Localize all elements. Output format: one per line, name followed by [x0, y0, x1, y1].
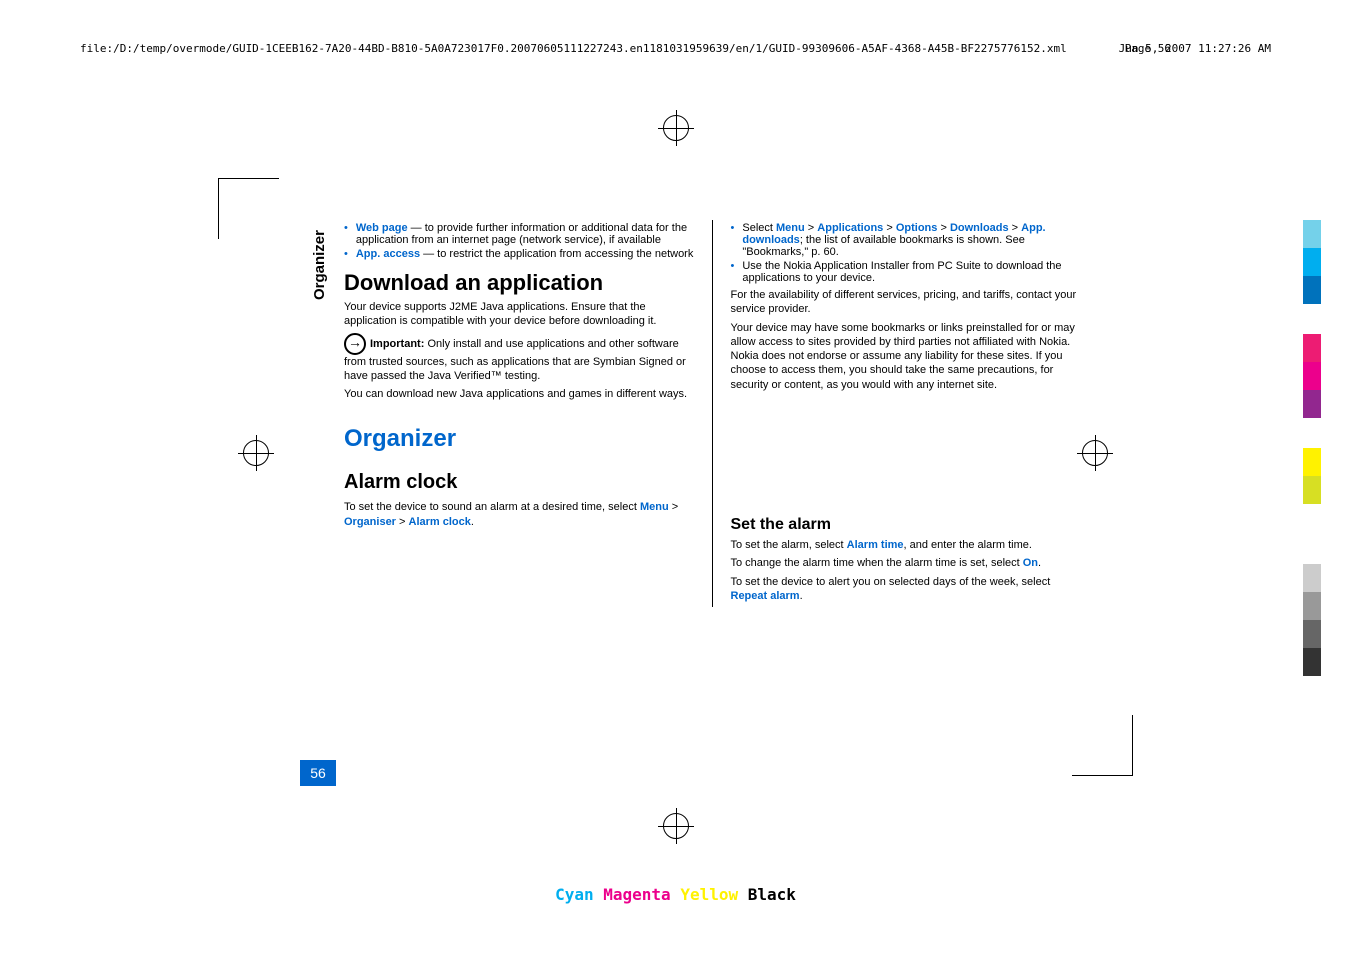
bullet-icon: • [731, 222, 735, 258]
column-right: •Select Menu > Applications > Options > … [712, 220, 1081, 607]
body-text: To set the alarm, select Alarm time, and… [731, 538, 1081, 552]
link-on: On [1023, 557, 1038, 569]
corner-br [1072, 715, 1133, 776]
yellow-label: Yellow [680, 885, 738, 904]
body-text: Use the Nokia Application Installer from… [742, 260, 1080, 284]
link-alarm-time: Alarm time [847, 539, 904, 551]
link-repeat-alarm: Repeat alarm [731, 590, 800, 602]
magenta-label: Magenta [603, 885, 670, 904]
corner-tl [218, 178, 279, 239]
color-bar [1303, 220, 1321, 676]
cyan-label: Cyan [555, 885, 594, 904]
important-label: Important: [370, 338, 424, 350]
body-text: You can download new Java applications a… [344, 387, 694, 401]
bullet-icon: • [344, 248, 348, 260]
link-options: Options [896, 222, 938, 234]
link-downloads: Downloads [950, 222, 1009, 234]
crop-mark-bottom [663, 813, 689, 839]
black-label: Black [748, 885, 796, 904]
heading-organizer: Organizer [344, 425, 694, 453]
list-item: •Web page — to provide further informati… [344, 222, 694, 246]
link-appaccess: App. access [356, 248, 420, 260]
heading-download: Download an application [344, 270, 694, 296]
link-menu: Menu [776, 222, 805, 234]
link-menu: Menu [640, 501, 669, 513]
body-text: Your device may have some bookmarks or l… [731, 321, 1081, 392]
file-path: file:/D:/temp/overmode/GUID-1CEEB162-7A2… [80, 42, 1067, 55]
cmyk-label: Cyan Magenta Yellow Black [555, 885, 796, 904]
body-text: For the availability of different servic… [731, 288, 1081, 317]
body-text: To change the alarm time when the alarm … [731, 556, 1081, 570]
link-applications: Applications [817, 222, 883, 234]
list-item: • App. access — to restrict the applicati… [344, 248, 694, 260]
important-note: Important: Only install and use applicat… [344, 333, 694, 384]
heading-alarm-clock: Alarm clock [344, 471, 694, 494]
link-alarm-clock: Alarm clock [409, 516, 471, 528]
heading-set-alarm: Set the alarm [731, 516, 1081, 534]
crop-mark-right [1082, 440, 1108, 466]
crop-mark-left [243, 440, 269, 466]
page-number: 56 [300, 760, 336, 786]
link-webpage: Web page [356, 222, 408, 234]
header-date: Jun 5, 2007 11:27:26 AM [1119, 42, 1271, 55]
body-text: To set the device to alert you on select… [731, 575, 1081, 604]
crop-mark-top [663, 115, 689, 141]
body-text: Your device supports J2ME Java applicati… [344, 300, 694, 329]
content-area: •Web page — to provide further informati… [300, 220, 1080, 607]
body-text: — to restrict the application from acces… [420, 248, 693, 260]
link-organiser: Organiser [344, 516, 396, 528]
column-left: •Web page — to provide further informati… [344, 220, 694, 607]
bullet-icon: • [731, 260, 735, 284]
body-text: To set the device to sound an alarm at a… [344, 500, 694, 529]
list-item: •Select Menu > Applications > Options > … [731, 222, 1081, 258]
bullet-icon: • [344, 222, 348, 246]
list-item: • Use the Nokia Application Installer fro… [731, 260, 1081, 284]
important-icon [344, 333, 366, 355]
